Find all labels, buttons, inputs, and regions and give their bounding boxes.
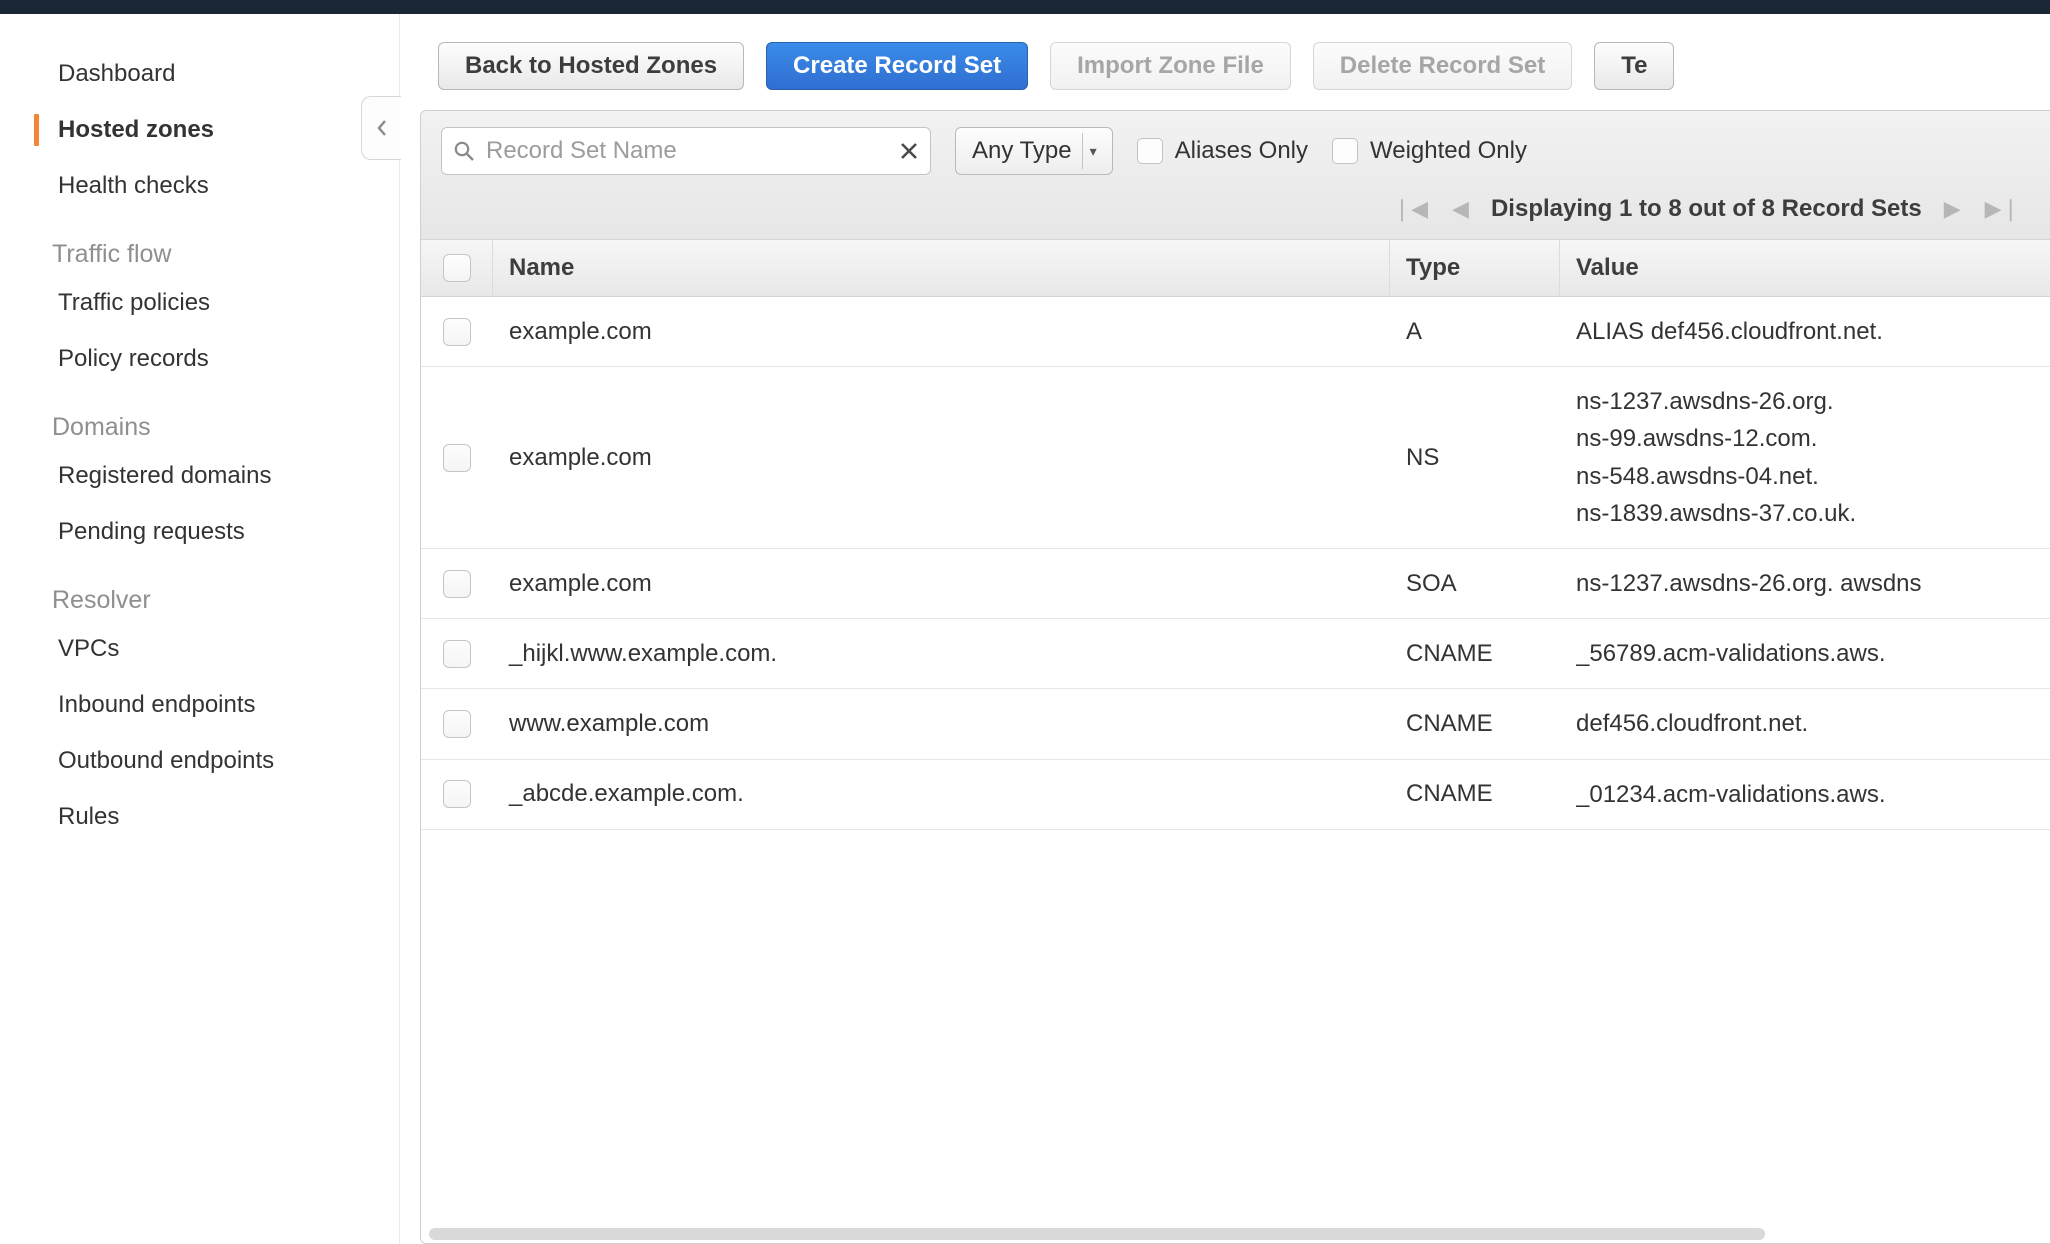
sidebar-item-health-checks[interactable]: Health checks xyxy=(0,158,399,214)
import-zone-file-button[interactable]: Import Zone File xyxy=(1050,42,1291,90)
cell-type: CNAME xyxy=(1390,760,1560,829)
table-row[interactable]: _hijkl.www.example.com.CNAME_56789.acm-v… xyxy=(421,619,2050,689)
table-header: Name Type Value xyxy=(421,240,2050,297)
column-header-value[interactable]: Value xyxy=(1560,240,2050,296)
cell-type: CNAME xyxy=(1390,619,1560,688)
cell-value: ALIAS def456.cloudfront.net. xyxy=(1560,297,2050,366)
next-page-icon[interactable]: ▶ xyxy=(1942,196,1963,222)
top-menu-bar xyxy=(0,0,2050,14)
table-row[interactable]: example.comAALIAS def456.cloudfront.net. xyxy=(421,297,2050,367)
cell-name: www.example.com xyxy=(493,689,1390,758)
sidebar-group-resolver: Resolver xyxy=(0,560,399,621)
cell-type: NS xyxy=(1390,367,1560,548)
sidebar: DashboardHosted zonesHealth checks Traff… xyxy=(0,14,400,1244)
sidebar-item-outbound-endpoints[interactable]: Outbound endpoints xyxy=(0,733,399,789)
cell-type: SOA xyxy=(1390,549,1560,618)
cell-name: _abcde.example.com. xyxy=(493,760,1390,829)
table-row[interactable]: _abcde.example.com.CNAME_01234.acm-valid… xyxy=(421,760,2050,830)
search-icon xyxy=(453,140,475,162)
action-toolbar: Back to Hosted Zones Create Record Set I… xyxy=(400,14,2050,110)
back-to-hosted-zones-button[interactable]: Back to Hosted Zones xyxy=(438,42,744,90)
checkbox-icon xyxy=(1137,138,1163,164)
cell-type: CNAME xyxy=(1390,689,1560,758)
weighted-only-checkbox[interactable]: Weighted Only xyxy=(1332,137,1527,165)
column-header-type[interactable]: Type xyxy=(1390,240,1560,296)
weighted-only-label: Weighted Only xyxy=(1370,137,1527,165)
sidebar-item-inbound-endpoints[interactable]: Inbound endpoints xyxy=(0,677,399,733)
app-layout: DashboardHosted zonesHealth checks Traff… xyxy=(0,14,2050,1244)
pagination-bar: ❘◀ ◀ Displaying 1 to 8 out of 8 Record S… xyxy=(421,191,2050,239)
type-filter-select[interactable]: Any Type ▾ xyxy=(955,127,1113,175)
record-sets-table: Name Type Value example.comAALIAS def456… xyxy=(421,240,2050,1225)
main-content: Back to Hosted Zones Create Record Set I… xyxy=(400,14,2050,1244)
table-row[interactable]: example.comSOAns-1237.awsdns-26.org. aws… xyxy=(421,549,2050,619)
cell-value: ns-1237.awsdns-26.org. awsdns xyxy=(1560,549,2050,618)
table-row[interactable]: example.comNSns-1237.awsdns-26.org.ns-99… xyxy=(421,367,2050,549)
type-filter-label: Any Type xyxy=(972,137,1072,165)
sidebar-item-registered-domains[interactable]: Registered domains xyxy=(0,448,399,504)
checkbox-icon xyxy=(1332,138,1358,164)
filter-bar: Any Type ▾ Aliases Only Weighted Only ❘◀… xyxy=(421,111,2050,240)
test-record-set-button[interactable]: Te xyxy=(1594,42,1674,90)
sidebar-item-pending-requests[interactable]: Pending requests xyxy=(0,504,399,560)
last-page-icon[interactable]: ▶❘ xyxy=(1983,196,2022,222)
cell-value: _01234.acm-validations.aws. xyxy=(1560,760,2050,829)
cell-name: _hijkl.www.example.com. xyxy=(493,619,1390,688)
row-checkbox[interactable] xyxy=(443,318,471,346)
sidebar-item-hosted-zones[interactable]: Hosted zones xyxy=(0,102,399,158)
record-sets-panel: Any Type ▾ Aliases Only Weighted Only ❘◀… xyxy=(420,110,2050,1244)
create-record-set-button[interactable]: Create Record Set xyxy=(766,42,1028,90)
row-checkbox[interactable] xyxy=(443,640,471,668)
row-checkbox[interactable] xyxy=(443,444,471,472)
cell-type: A xyxy=(1390,297,1560,366)
search-input[interactable] xyxy=(441,127,931,175)
sidebar-item-vpcs[interactable]: VPCs xyxy=(0,621,399,677)
sidebar-group-traffic-flow: Traffic flow xyxy=(0,214,399,275)
row-checkbox[interactable] xyxy=(443,780,471,808)
scrollbar-thumb[interactable] xyxy=(429,1228,1765,1240)
first-page-icon[interactable]: ❘◀ xyxy=(1391,196,1430,222)
sidebar-item-rules[interactable]: Rules xyxy=(0,789,399,845)
clear-search-icon[interactable] xyxy=(899,141,919,161)
sidebar-item-policy-records[interactable]: Policy records xyxy=(0,331,399,387)
cell-name: example.com xyxy=(493,549,1390,618)
caret-down-icon: ▾ xyxy=(1082,133,1104,169)
cell-name: example.com xyxy=(493,367,1390,548)
cell-value: def456.cloudfront.net. xyxy=(1560,689,2050,758)
row-checkbox[interactable] xyxy=(443,710,471,738)
cell-value: ns-1237.awsdns-26.org.ns-99.awsdns-12.co… xyxy=(1560,367,2050,548)
column-header-name[interactable]: Name xyxy=(493,240,1390,296)
aliases-only-checkbox[interactable]: Aliases Only xyxy=(1137,137,1308,165)
sidebar-item-dashboard[interactable]: Dashboard xyxy=(0,46,399,102)
sidebar-group-domains: Domains xyxy=(0,387,399,448)
row-checkbox[interactable] xyxy=(443,570,471,598)
search-record-name xyxy=(441,127,931,175)
table-row[interactable]: www.example.comCNAMEdef456.cloudfront.ne… xyxy=(421,689,2050,759)
horizontal-scrollbar[interactable] xyxy=(421,1225,2050,1243)
sidebar-item-traffic-policies[interactable]: Traffic policies xyxy=(0,275,399,331)
pagination-text: Displaying 1 to 8 out of 8 Record Sets xyxy=(1491,195,1922,223)
select-all-checkbox[interactable] xyxy=(443,254,471,282)
aliases-only-label: Aliases Only xyxy=(1175,137,1308,165)
cell-name: example.com xyxy=(493,297,1390,366)
cell-value: _56789.acm-validations.aws. xyxy=(1560,619,2050,688)
prev-page-icon[interactable]: ◀ xyxy=(1450,196,1471,222)
delete-record-set-button[interactable]: Delete Record Set xyxy=(1313,42,1572,90)
